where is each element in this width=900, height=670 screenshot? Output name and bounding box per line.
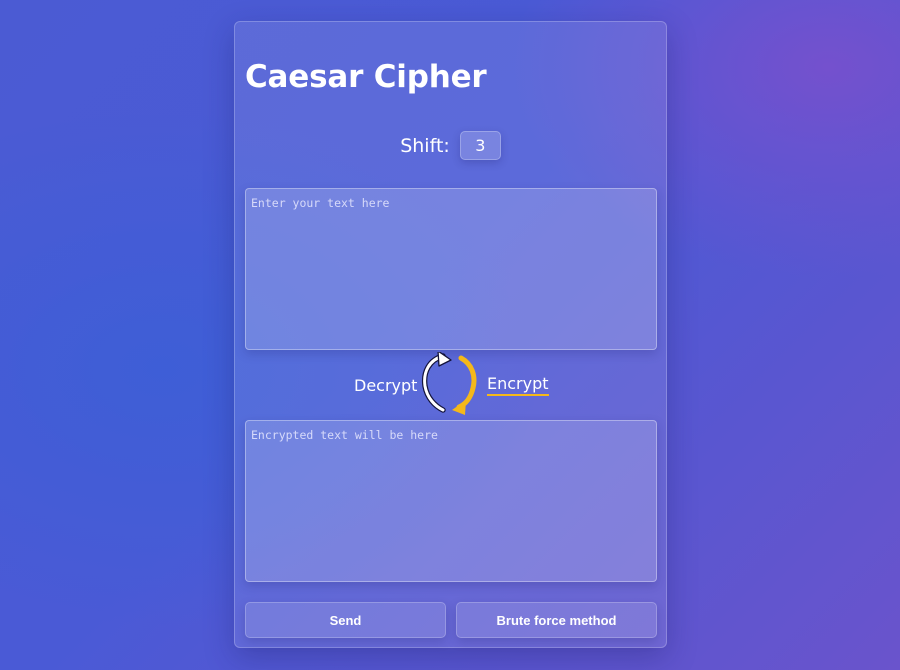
input-textarea[interactable] — [245, 188, 657, 350]
output-textarea[interactable] — [245, 420, 657, 582]
brute-force-button[interactable]: Brute force method — [456, 602, 657, 638]
mode-toggle: Decrypt Encrypt — [235, 350, 666, 416]
swap-arrows-icon[interactable] — [421, 350, 481, 416]
shift-input[interactable] — [459, 131, 501, 160]
shift-control: Shift: — [235, 131, 666, 160]
cipher-card: Caesar Cipher Shift: Decrypt Encrypt Sen… — [234, 21, 667, 648]
decrypt-mode-label[interactable]: Decrypt — [354, 376, 417, 395]
shift-label: Shift: — [400, 134, 450, 157]
send-button[interactable]: Send — [245, 602, 446, 638]
encrypt-mode-label[interactable]: Encrypt — [487, 374, 549, 396]
page-title: Caesar Cipher — [245, 59, 487, 95]
